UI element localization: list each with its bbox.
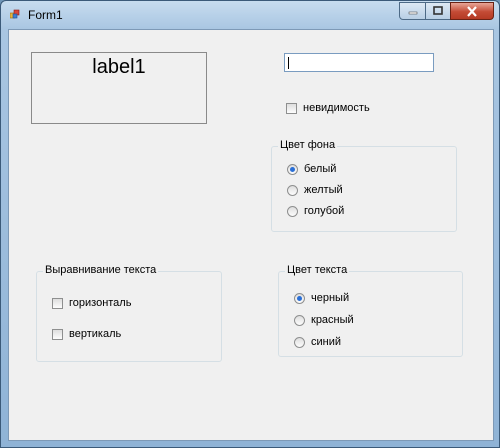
radio-text-blue-label: синий: [311, 336, 342, 348]
radio-text-black-label: черный: [311, 292, 350, 304]
text-alignment-group-title: Выравнивание текста: [43, 264, 159, 276]
checkbox-horizontal[interactable]: горизонталь: [52, 297, 131, 309]
minimize-icon: [408, 11, 417, 15]
form-client-area: label1 невидимость Цвет фона белый желты…: [8, 29, 494, 441]
background-color-group-title: Цвет фона: [278, 139, 338, 151]
text-color-group-title: Цвет текста: [285, 264, 350, 276]
radio-bg-yellow-button[interactable]: [287, 184, 298, 196]
radio-bg-lightblue-button[interactable]: [287, 205, 298, 217]
background-color-group: Цвет фона белый желтый голубой: [271, 139, 457, 232]
checkbox-vertical-label: вертикаль: [69, 328, 122, 340]
checkbox-vertical[interactable]: вертикаль: [52, 328, 121, 340]
checkbox-horizontal-label: горизонталь: [69, 297, 132, 309]
text-input[interactable]: [284, 53, 434, 72]
radio-bg-white-label: белый: [304, 163, 337, 175]
text-color-group: Цвет текста черный красный синий: [278, 264, 463, 357]
radio-text-black[interactable]: черный: [294, 292, 349, 304]
maximize-button[interactable]: [425, 2, 451, 20]
maximize-icon: [433, 6, 443, 15]
text-caret: [288, 57, 289, 69]
radio-text-blue-button[interactable]: [294, 336, 305, 348]
close-icon: [467, 5, 477, 17]
radio-text-black-button[interactable]: [294, 292, 305, 304]
radio-bg-lightblue[interactable]: голубой: [287, 205, 344, 217]
close-button[interactable]: [450, 2, 494, 20]
main-window: Form1 label1 невидимость Цвет фона белый: [0, 0, 500, 448]
minimize-button[interactable]: [399, 2, 426, 20]
app-icon: [10, 9, 20, 19]
invisibility-label: невидимость: [303, 102, 370, 114]
text-alignment-group: Выравнивание текста горизонталь вертикал…: [36, 264, 222, 362]
radio-text-red[interactable]: красный: [294, 314, 354, 326]
title-bar[interactable]: Form1: [1, 1, 499, 29]
invisibility-checkbox[interactable]: невидимость: [286, 102, 370, 114]
radio-bg-yellow-label: желтый: [304, 184, 343, 196]
checkbox-vertical-box[interactable]: [52, 328, 63, 340]
radio-text-red-label: красный: [311, 314, 354, 326]
label1: label1: [31, 52, 207, 124]
radio-bg-yellow[interactable]: желтый: [287, 184, 343, 196]
radio-text-red-button[interactable]: [294, 314, 305, 326]
radio-text-blue[interactable]: синий: [294, 336, 341, 348]
window-title: Form1: [28, 8, 63, 22]
radio-bg-white[interactable]: белый: [287, 163, 336, 175]
invisibility-checkbox-box[interactable]: [286, 102, 297, 114]
checkbox-horizontal-box[interactable]: [52, 297, 63, 309]
radio-bg-white-button[interactable]: [287, 163, 298, 175]
radio-bg-lightblue-label: голубой: [304, 205, 345, 217]
